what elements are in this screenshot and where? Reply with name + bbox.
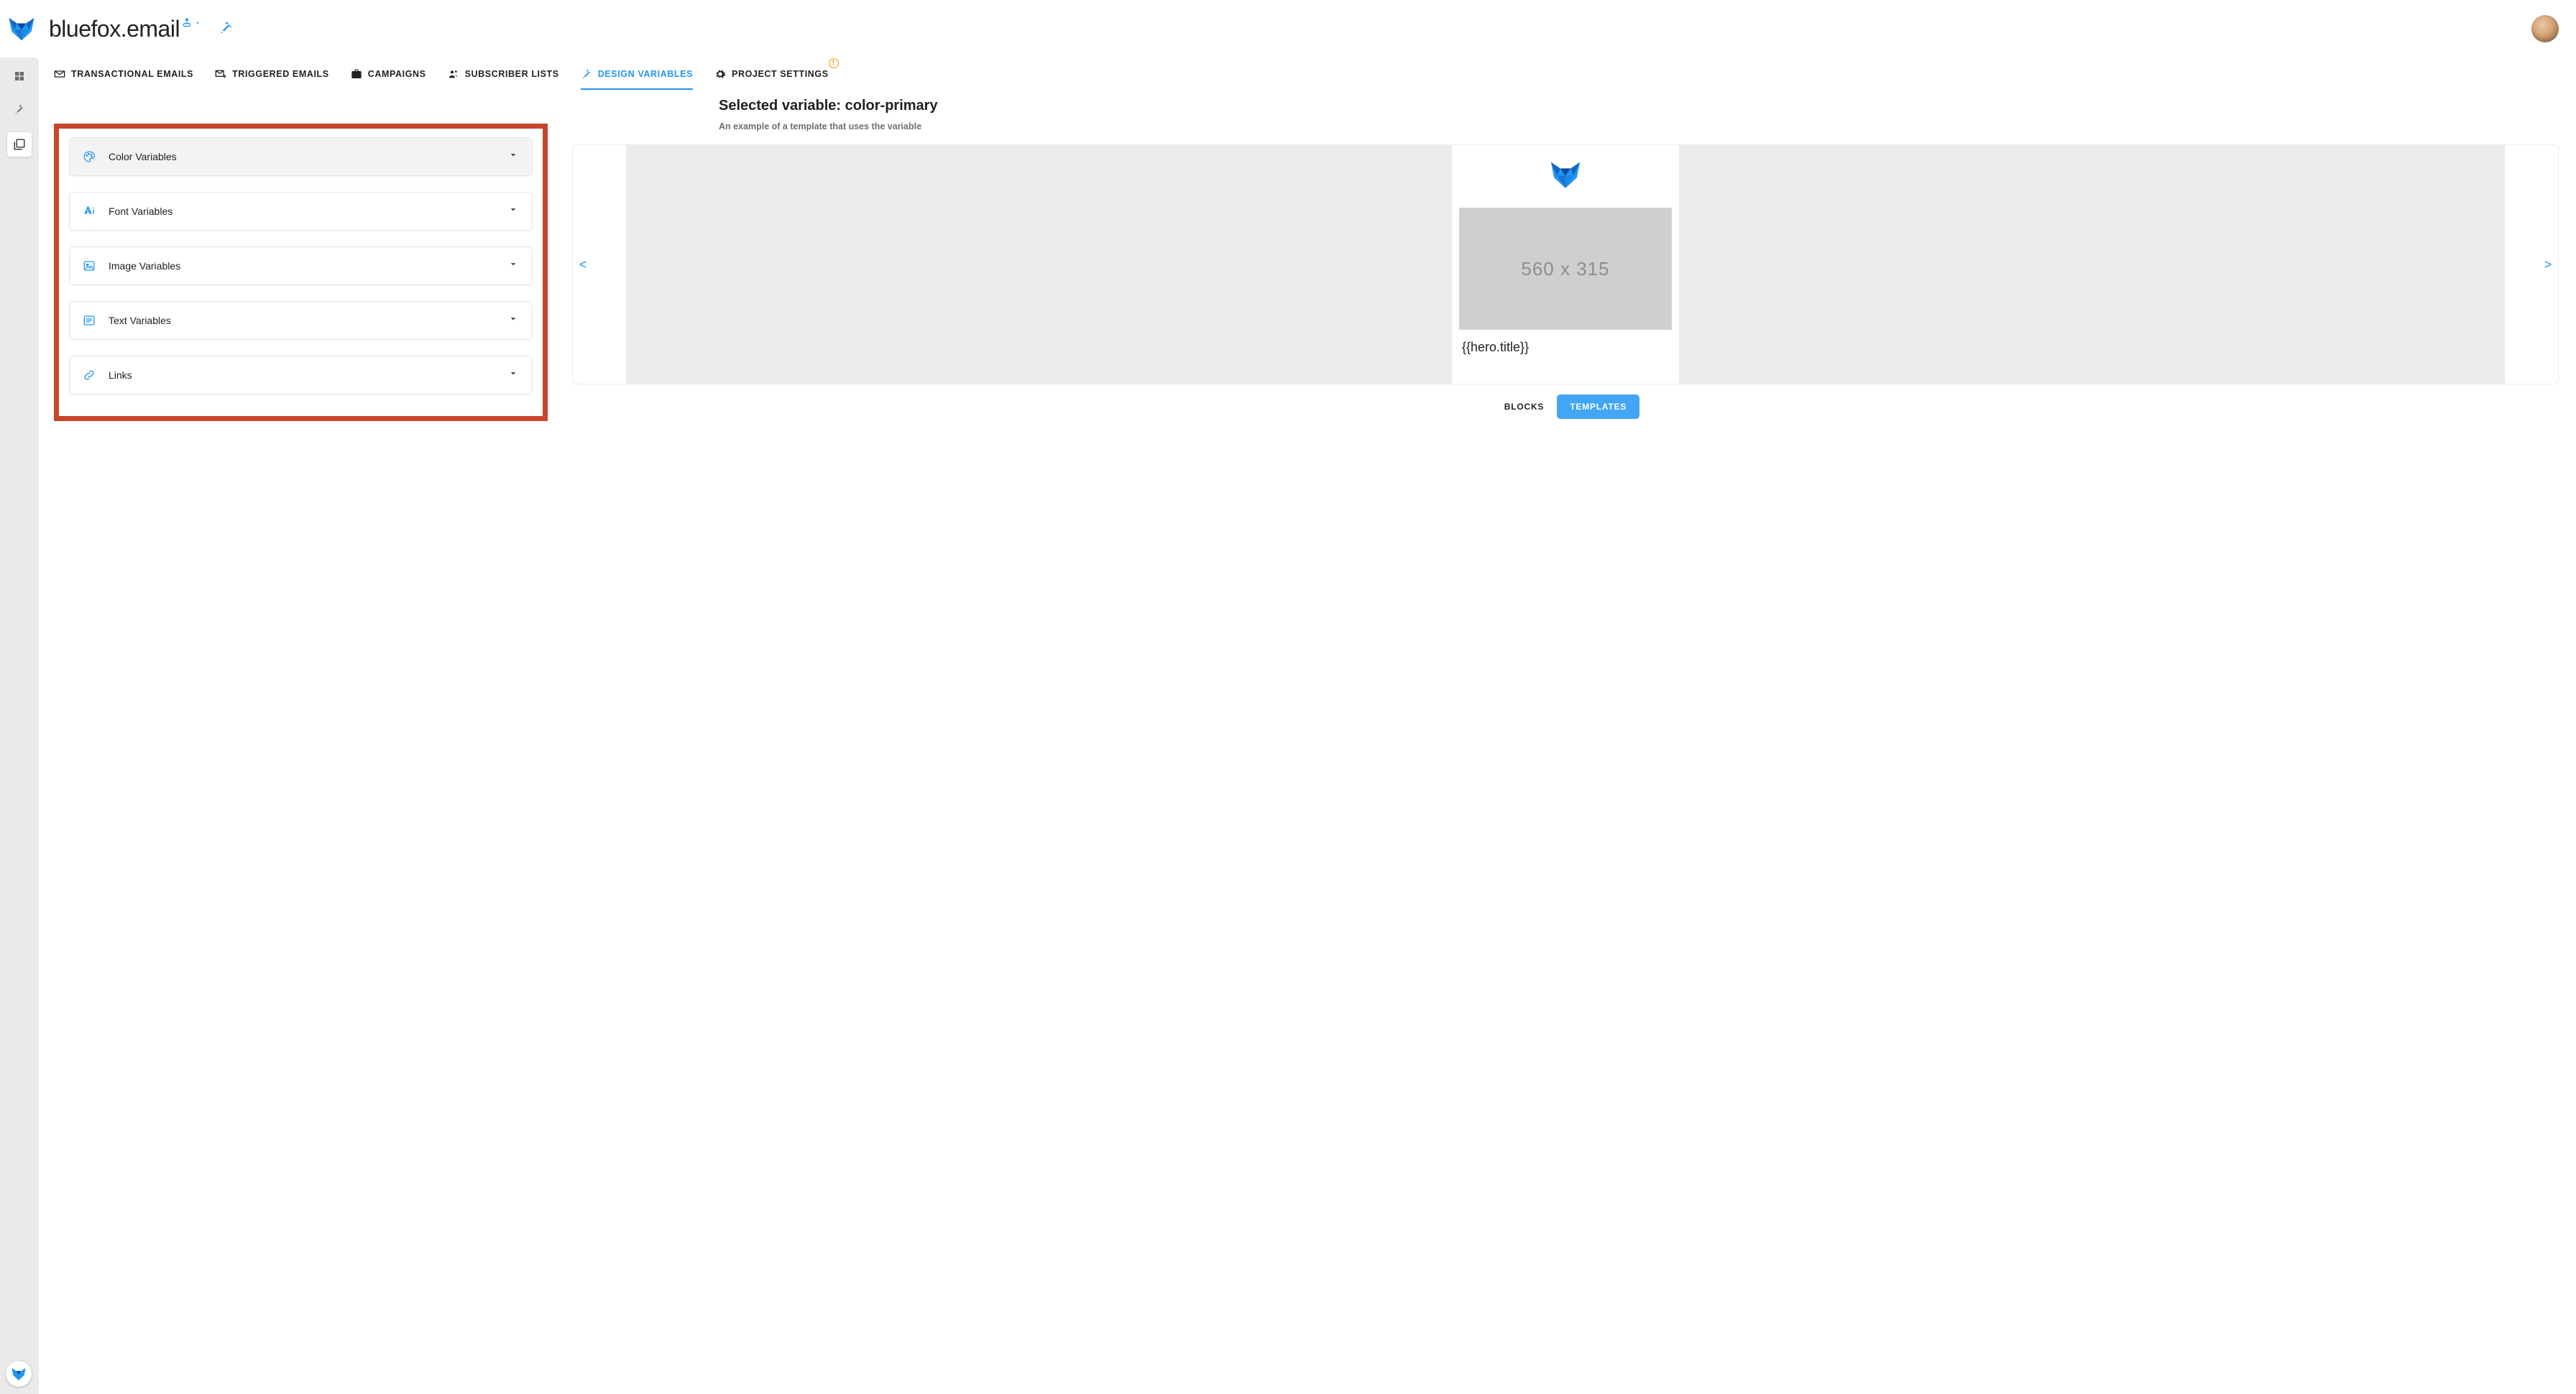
triggered-icon: [215, 68, 226, 80]
tab-label: PROJECT SETTINGS: [732, 69, 829, 79]
rail-library-icon[interactable]: [7, 132, 32, 157]
email-preview: 560 x 315 {{hero.title}}: [626, 145, 2505, 384]
people-icon: [448, 68, 459, 80]
tab-transactional-emails[interactable]: TRANSACTIONAL EMAILS: [54, 60, 193, 90]
text-icon: [83, 314, 96, 327]
accordion-label: Color Variables: [109, 151, 177, 162]
preview-next-button[interactable]: >: [2538, 257, 2558, 272]
palette-icon: [83, 150, 96, 163]
accordion-links[interactable]: Links: [69, 356, 533, 394]
tab-label: TRIGGERED EMAILS: [232, 69, 329, 79]
chevron-down-icon: [507, 368, 519, 383]
chevron-down-icon: [507, 259, 519, 274]
preview-mode-toggle: BLOCKS TEMPLATES: [572, 394, 2559, 419]
preview-title: Selected variable: color-primary: [719, 98, 2559, 114]
link-icon: [83, 369, 96, 382]
image-icon: [83, 259, 96, 272]
tab-design-variables[interactable]: DESIGN VARIABLES: [581, 60, 693, 90]
variable-groups-panel: Color Variables Font Variables Image Var…: [54, 124, 548, 421]
chevron-down-icon: [194, 19, 201, 27]
accordion-label: Image Variables: [109, 260, 180, 272]
tab-triggered-emails[interactable]: TRIGGERED EMAILS: [215, 60, 329, 90]
accordion-text-variables[interactable]: Text Variables: [69, 301, 533, 340]
accordion-color-variables[interactable]: Color Variables: [69, 137, 533, 176]
preview-card: < 560 x 315 {{hero.title}: [572, 144, 2559, 384]
envelope-icon: [54, 68, 65, 80]
project-name-dropdown[interactable]: bluefox.email: [49, 16, 201, 42]
font-icon: [83, 205, 96, 218]
tab-project-settings[interactable]: PROJECT SETTINGS !: [714, 60, 829, 90]
magic-wand-icon[interactable]: [218, 20, 233, 38]
main-content: Color Variables Font Variables Image Var…: [54, 93, 2559, 1394]
toggle-templates[interactable]: TEMPLATES: [1557, 394, 1639, 419]
left-rail: [0, 57, 39, 1394]
chevron-down-icon: [507, 204, 519, 219]
preview-prev-button[interactable]: <: [573, 257, 593, 272]
preview-subtitle: An example of a template that uses the v…: [719, 121, 2559, 131]
accordion-label: Links: [109, 369, 132, 381]
chevron-down-icon: [507, 313, 519, 328]
design-tools-icon: [581, 68, 592, 80]
app-header: bluefox.email: [0, 0, 2576, 57]
accordion-image-variables[interactable]: Image Variables: [69, 246, 533, 285]
project-name-label: bluefox.email: [49, 16, 180, 42]
tab-label: TRANSACTIONAL EMAILS: [71, 69, 193, 79]
settings-alert-icon: !: [829, 58, 839, 68]
rail-bottom-logo-icon[interactable]: [6, 1361, 32, 1387]
chevron-down-icon: [507, 149, 519, 165]
briefcase-icon: [351, 68, 362, 80]
email-logo-icon: [1549, 158, 1582, 195]
preview-panel: Selected variable: color-primary An exam…: [572, 93, 2559, 1394]
tab-label: CAMPAIGNS: [368, 69, 426, 79]
hero-title: {{hero.title}}: [1459, 340, 1672, 355]
project-plan-badge-icon: [181, 17, 201, 29]
gear-icon: [714, 68, 726, 80]
hero-image-placeholder: 560 x 315: [1459, 208, 1672, 330]
app-logo-icon: [6, 13, 37, 45]
rail-design-icon[interactable]: [9, 99, 29, 119]
accordion-label: Font Variables: [109, 206, 172, 217]
tab-label: SUBSCRIBER LISTS: [465, 69, 559, 79]
rail-dashboard-icon[interactable]: [9, 66, 29, 86]
tab-subscriber-lists[interactable]: SUBSCRIBER LISTS: [448, 60, 559, 90]
accordion-label: Text Variables: [109, 315, 171, 326]
project-tabs: TRANSACTIONAL EMAILS TRIGGERED EMAILS CA…: [54, 59, 2559, 91]
toggle-blocks[interactable]: BLOCKS: [1491, 394, 1557, 419]
user-avatar[interactable]: [2531, 15, 2559, 42]
email-body: 560 x 315 {{hero.title}}: [1452, 145, 1679, 384]
tab-label: DESIGN VARIABLES: [598, 69, 693, 79]
tab-campaigns[interactable]: CAMPAIGNS: [351, 60, 426, 90]
accordion-font-variables[interactable]: Font Variables: [69, 192, 533, 231]
